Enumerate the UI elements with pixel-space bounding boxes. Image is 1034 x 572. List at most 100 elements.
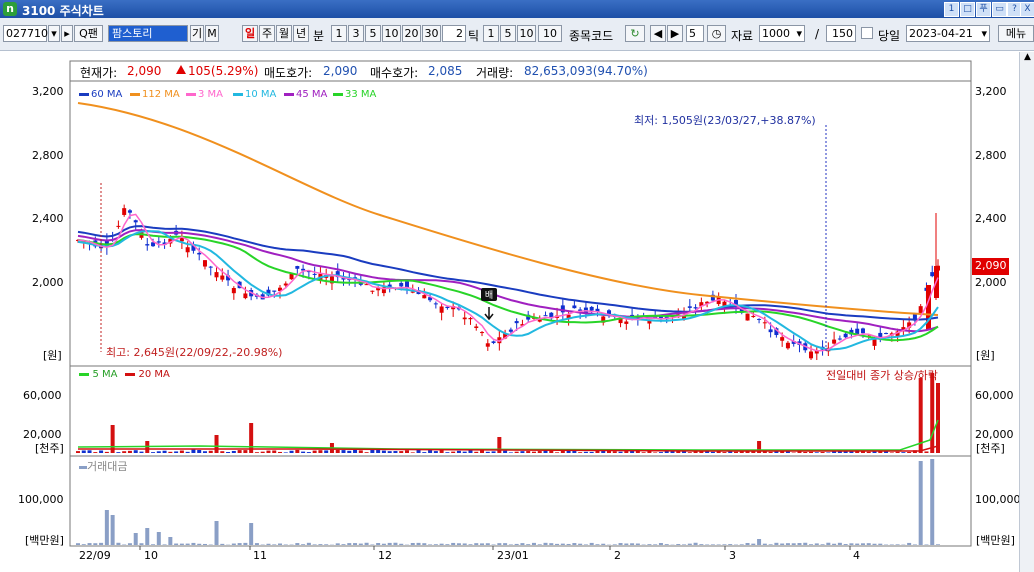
volume-bar — [226, 451, 231, 453]
candle-body — [272, 290, 277, 292]
ma-line-3 — [77, 213, 939, 352]
volume-bar — [924, 451, 929, 453]
x-tick-label: 2 — [614, 549, 621, 562]
amount-bar — [272, 544, 277, 545]
candle-body — [589, 306, 594, 311]
candle-body — [543, 315, 548, 317]
amount-bar — [191, 542, 196, 545]
volume-bar — [618, 451, 623, 453]
volume-bar — [589, 451, 594, 453]
bid-price: 2,085 — [428, 64, 463, 78]
amount-bar — [537, 544, 542, 545]
amount-bar — [185, 543, 190, 545]
legend-33ma: 33 MA — [333, 89, 376, 100]
volume-bar — [768, 451, 773, 453]
candle-body — [474, 326, 479, 328]
price-tick-right: 2,800 — [975, 149, 1007, 162]
candle-body — [231, 288, 236, 294]
amount-bar — [722, 544, 727, 545]
amount-bar — [699, 544, 704, 545]
volume-bar — [485, 451, 490, 453]
volume-unit-right: [천주] — [976, 442, 1005, 455]
volume-bar — [127, 450, 132, 453]
event-flag-label-icon: 배 — [485, 290, 493, 301]
volume-bar — [324, 450, 329, 453]
candle-body — [624, 321, 629, 324]
candle-body — [243, 293, 248, 299]
amount-bar — [693, 542, 698, 545]
legend-112ma: 112 MA — [130, 89, 180, 100]
volume-bar — [76, 451, 80, 453]
candle-body — [480, 332, 485, 334]
volume-bar — [301, 451, 306, 453]
volume-bar — [889, 452, 894, 453]
amount-bar — [295, 543, 300, 545]
volume-bar — [370, 449, 375, 453]
amount-bar — [306, 542, 311, 545]
price-tick-left: 2,000 — [32, 276, 64, 289]
price-unit-left: [원] — [43, 349, 62, 362]
volume-bar — [174, 451, 179, 453]
amount-bar — [809, 544, 814, 545]
volume-bar — [295, 449, 300, 453]
amount-bar — [878, 543, 883, 545]
amount-bar — [168, 537, 173, 545]
candle-body — [439, 306, 444, 313]
volume-bar — [520, 451, 525, 453]
candle-body — [283, 283, 288, 286]
amount-bar — [514, 543, 519, 545]
volume-bar — [809, 451, 814, 453]
candle-body — [762, 322, 767, 324]
ask-price: 2,090 — [323, 64, 358, 78]
amount-bar — [924, 544, 929, 545]
amount-bar — [416, 542, 421, 545]
x-tick-label: 3 — [729, 549, 736, 562]
amount-bar — [624, 543, 629, 545]
x-tick-label: 23/01 — [497, 549, 529, 562]
amount-bar — [814, 543, 819, 545]
candle-body — [572, 305, 577, 309]
amount-bar — [127, 543, 132, 545]
volume-bar — [814, 452, 819, 453]
amount-bar — [555, 543, 560, 545]
volume-bar — [278, 451, 283, 453]
amount-bar — [214, 521, 219, 545]
price-tick-right: 2,400 — [975, 212, 1007, 225]
volume-bar — [410, 452, 415, 453]
candle-body — [289, 273, 294, 280]
candle-body — [485, 343, 490, 347]
price-tick-left: 3,200 — [32, 85, 64, 98]
volume-bar — [237, 450, 242, 453]
amount-bar — [312, 544, 317, 545]
volume-bar — [318, 450, 323, 453]
volume-bar — [87, 450, 92, 453]
scroll-up-icon[interactable]: ▲ — [1020, 52, 1034, 62]
amount-bar — [387, 542, 392, 545]
legend-45ma: 45 MA — [284, 89, 327, 100]
volume-bar — [387, 451, 392, 453]
volume-bar — [514, 451, 519, 453]
price-tick-left: 2,400 — [32, 212, 64, 225]
amount-tick-right: 100,000 — [975, 493, 1021, 506]
amount-bar — [116, 542, 121, 545]
amount-bar — [433, 544, 438, 545]
amount-bar — [393, 542, 398, 545]
candle-body — [185, 247, 190, 253]
volume-value: 82,653,093(94.70%) — [524, 64, 648, 78]
vertical-scrollbar[interactable]: ▲ — [1019, 52, 1034, 572]
amount-bar — [705, 544, 710, 545]
amount-bar — [912, 544, 917, 545]
amount-bar — [87, 543, 92, 545]
amount-bar — [422, 543, 427, 545]
amount-bar — [93, 543, 98, 545]
volume-bar — [468, 450, 473, 453]
volume-bar — [555, 452, 560, 453]
amount-bar — [485, 543, 490, 545]
legend-3ma: 3 MA — [186, 89, 223, 100]
amount-bar — [376, 543, 381, 545]
volume-bar — [272, 450, 277, 453]
candle-body — [462, 317, 467, 320]
volume-bar — [214, 435, 219, 453]
candle-body — [295, 266, 300, 269]
stock-chart[interactable]: 배 — [0, 0, 1034, 572]
